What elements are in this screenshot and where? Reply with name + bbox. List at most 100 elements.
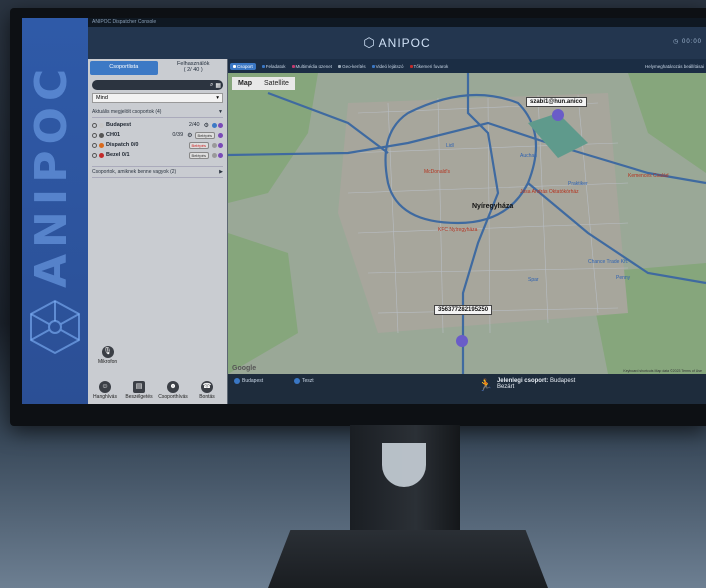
clock: ◷ 00:00 xyxy=(673,39,702,45)
section-my-groups[interactable]: Csoportok, amiknek benne vagyok (2) ▶ xyxy=(92,166,223,178)
status-dot xyxy=(99,132,104,138)
status-bar: Budapest Teszt 🏃 Jelenlegi csoport: Buda… xyxy=(228,374,706,404)
monitor-stand-base xyxy=(268,530,548,588)
group-radio[interactable] xyxy=(92,132,97,138)
group-row[interactable]: Dispatch 0/0 Belépés xyxy=(92,140,223,150)
poi-label: Jósa András Oktatókórház xyxy=(520,189,579,195)
map-type-satellite-button[interactable]: Satellite xyxy=(258,77,295,90)
map-canvas[interactable]: Map Satellite szabi1@hun.anico 356377282… xyxy=(228,73,706,374)
map-tab-geofence[interactable]: Geo-kerítés xyxy=(338,64,366,69)
tab-icon xyxy=(409,64,413,68)
group-call-button[interactable]: ☻ Csoporthívás xyxy=(158,381,188,400)
app-logo-text: ANIPOC xyxy=(378,36,431,50)
join-button[interactable]: Belépés xyxy=(188,151,209,159)
status-dot xyxy=(99,142,104,148)
status-item-label: Budapest xyxy=(242,378,264,384)
group-count: 2/40 xyxy=(188,122,200,128)
purple-dot-icon xyxy=(218,122,223,128)
microphone-icon: 🎙 xyxy=(101,346,114,358)
map-drawing xyxy=(228,73,706,374)
status-item-label: Teszt xyxy=(302,378,314,384)
sidebar: Csoportlista Felhasználók ( 2/ 40 ) ⌕ ▦ … xyxy=(88,59,228,404)
user-callout[interactable]: szabi1@hun.anico xyxy=(526,97,587,107)
map-type-map-button[interactable]: Map xyxy=(232,77,258,90)
gear-icon[interactable]: ⚙ xyxy=(204,122,209,129)
hangup-label: Bontás xyxy=(199,394,215,400)
tab-icon xyxy=(371,64,375,68)
group-call-label: Csoporthívás xyxy=(158,394,188,400)
group-name: CH01 xyxy=(106,132,121,138)
gear-icon[interactable]: ⚙ xyxy=(187,132,192,139)
group-row[interactable]: Bezel 0/1 Belépés xyxy=(92,150,223,160)
chat-button[interactable]: ▤ Beszélgetés xyxy=(124,381,154,400)
group-status-icon xyxy=(234,378,240,384)
app-header: ⬡ ANIPOC ◷ 00:00 xyxy=(88,27,706,59)
running-man-icon: 🏃 xyxy=(478,378,493,392)
map-type-switch: Map Satellite xyxy=(232,77,295,90)
window-titlebar: ANIPOC Dispatcher Console xyxy=(88,18,706,27)
hexagon-logo-icon: ⬡ xyxy=(363,35,376,50)
poi-label: Auchan xyxy=(520,153,537,159)
group-icon: ☻ xyxy=(167,381,179,393)
join-button[interactable]: Belépés xyxy=(188,141,209,149)
purple-dot-icon xyxy=(218,142,223,148)
hangup-button[interactable]: ☎ Bontás xyxy=(192,381,222,400)
map-tab-transports[interactable]: Tőkemeri fuvarok xyxy=(409,63,449,69)
map-tab-label: Geo-kerítés xyxy=(342,63,366,69)
status-item-test[interactable]: Teszt xyxy=(294,378,314,384)
map-attribution[interactable]: Keyboard shortcuts Map data ©2023 Terms … xyxy=(623,369,702,373)
group-radio[interactable] xyxy=(92,152,97,158)
map-panel: Csoport Feladatok Multimédia üzenet Geo-… xyxy=(228,59,706,404)
device-callout[interactable]: 356377282195250 xyxy=(434,305,493,315)
section-current-groups-title: Aktuális megjelölt csoportok (4) xyxy=(92,109,162,115)
search-icon[interactable]: ⌕ xyxy=(210,82,213,89)
collapse-icon: ▼ xyxy=(218,109,223,115)
tab-icon xyxy=(233,64,236,68)
blue-dot-icon xyxy=(212,122,217,128)
chat-label: Beszélgetés xyxy=(125,394,153,400)
filter-select-value: Mind xyxy=(96,95,108,101)
poi-label: KFC Nyíregyháza xyxy=(438,227,478,233)
section-current-groups[interactable]: Aktuális megjelölt csoportok (4) ▼ xyxy=(92,109,223,118)
google-logo: Google xyxy=(232,365,257,372)
join-button[interactable]: Belépés xyxy=(194,131,215,139)
section-my-groups-title: Csoportok, amiknek benne vagyok (2) xyxy=(92,169,177,175)
group-status-icon xyxy=(294,378,300,384)
map-tab-group[interactable]: Csoport xyxy=(230,62,256,70)
tab-users[interactable]: Felhasználók ( 2/ 40 ) xyxy=(160,59,228,77)
search-input[interactable] xyxy=(92,80,208,90)
map-tab-multimedia[interactable]: Multimédia üzenet xyxy=(291,64,332,69)
group-row[interactable]: Budapest 2/40 ⚙ xyxy=(92,120,223,130)
tab-icon xyxy=(291,64,295,68)
voice-call-label: Hanghívás xyxy=(93,394,117,400)
sidebar-tabs: Csoportlista Felhasználók ( 2/ 40 ) xyxy=(88,59,227,77)
person-icon: ☺ xyxy=(99,381,111,393)
clock-text: 00:00 xyxy=(681,39,702,45)
poi-label: Chance Trade Kft. xyxy=(588,259,629,265)
location-settings-link[interactable]: Helymeghatározás beállításai xyxy=(645,64,706,69)
screen: ANIPOC ANIPOC Dispatcher Console ⬡ ANIPO… xyxy=(22,18,706,404)
group-radio[interactable] xyxy=(92,142,97,148)
map-tab-video[interactable]: Videó lejátszó xyxy=(371,63,404,69)
map-tab-tasks[interactable]: Feladatok xyxy=(261,64,286,69)
city-label: Nyíregyháza xyxy=(472,203,514,210)
chat-icon: ▤ xyxy=(133,381,145,393)
tab-group-list[interactable]: Csoportlista xyxy=(90,61,158,75)
poi-label: Praktiker xyxy=(568,181,588,187)
voice-call-button[interactable]: ☺ Hanghívás xyxy=(90,381,120,400)
filter-select[interactable]: Mind ▾ xyxy=(92,93,223,103)
group-radio[interactable] xyxy=(92,122,97,128)
current-group-text: Jelenlegi csoport: Budapest Bezárt xyxy=(497,378,575,392)
status-item-group[interactable]: Budapest xyxy=(234,378,263,384)
grid-icon[interactable]: ▦ xyxy=(215,82,221,89)
hangup-icon: ☎ xyxy=(201,381,213,393)
map-tab-label: Tőkemeri fuvarok xyxy=(413,63,449,69)
bottom-tools: 🎙 Mikrofon ☺ Hanghívás ▤ Beszélgetés ☻ C… xyxy=(88,344,228,404)
microphone-button[interactable]: 🎙 Mikrofon xyxy=(98,346,117,365)
poi-label: Spar xyxy=(528,277,539,283)
purple-dot-icon xyxy=(218,132,223,138)
group-row[interactable]: CH01 0/39 ⚙ Belépés xyxy=(92,130,223,140)
map-tabs: Csoport Feladatok Multimédia üzenet Geo-… xyxy=(228,59,706,73)
purple-dot-icon xyxy=(218,152,223,158)
map-tab-label: Videó lejátszó xyxy=(375,63,404,69)
